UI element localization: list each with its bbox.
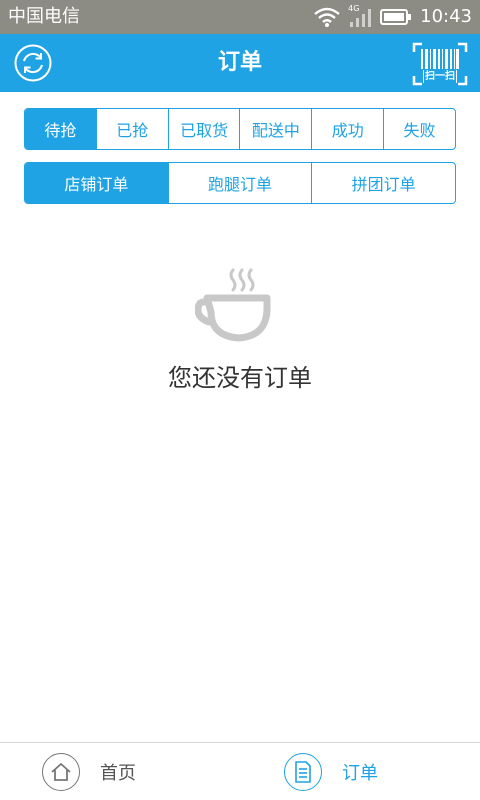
- tab-pending[interactable]: 待抢: [25, 109, 96, 149]
- order-type-tabs: 店铺订单 跑腿订单 拼团订单: [24, 162, 456, 204]
- status-icons: 4G 10:43: [314, 4, 472, 29]
- home-icon: [51, 763, 71, 781]
- home-icon-circle: [42, 753, 80, 791]
- order-status-tabs: 待抢 已抢 已取货 配送中 成功 失败: [24, 108, 456, 150]
- nav-orders[interactable]: 订单: [284, 743, 378, 800]
- status-bar: 中国电信 4G 10:43: [0, 0, 480, 34]
- signal-indicator: 4G: [348, 4, 372, 28]
- scan-button[interactable]: 扫一扫: [412, 42, 468, 86]
- tab-delivering[interactable]: 配送中: [239, 109, 311, 149]
- orders-icon-circle: [284, 753, 322, 791]
- empty-message: 您还没有订单: [168, 364, 312, 392]
- tab-errand-orders[interactable]: 跑腿订单: [167, 163, 312, 203]
- bottom-nav: 首页 订单: [0, 742, 480, 800]
- nav-home-label: 首页: [100, 763, 136, 784]
- tab-store-orders[interactable]: 店铺订单: [25, 163, 168, 203]
- document-list-icon: [295, 761, 311, 783]
- page-title: 订单: [217, 50, 262, 75]
- tab-success[interactable]: 成功: [311, 109, 383, 149]
- app-screen: 中国电信 4G 10:43 订单 扫一扫 待抢 已抢 已取货 配送中 成功 失败…: [0, 0, 480, 800]
- carrier-name: 中国电信: [8, 6, 80, 27]
- coffee-cup-icon: [195, 268, 271, 342]
- nav-orders-label: 订单: [342, 763, 378, 784]
- tab-group-orders[interactable]: 拼团订单: [311, 163, 455, 203]
- wifi-icon: [314, 7, 340, 27]
- refresh-button[interactable]: [14, 44, 52, 82]
- battery-icon: [380, 9, 412, 25]
- refresh-icon: [14, 44, 52, 82]
- signal-icon: [350, 9, 372, 27]
- clock: 10:43: [420, 6, 472, 27]
- tab-failed[interactable]: 失败: [383, 109, 455, 149]
- tab-grabbed[interactable]: 已抢: [95, 109, 168, 149]
- scan-label: 扫一扫: [424, 70, 456, 83]
- app-header: 订单 扫一扫: [0, 34, 480, 92]
- nav-home[interactable]: 首页: [42, 743, 136, 800]
- tab-picked-up[interactable]: 已取货: [167, 109, 240, 149]
